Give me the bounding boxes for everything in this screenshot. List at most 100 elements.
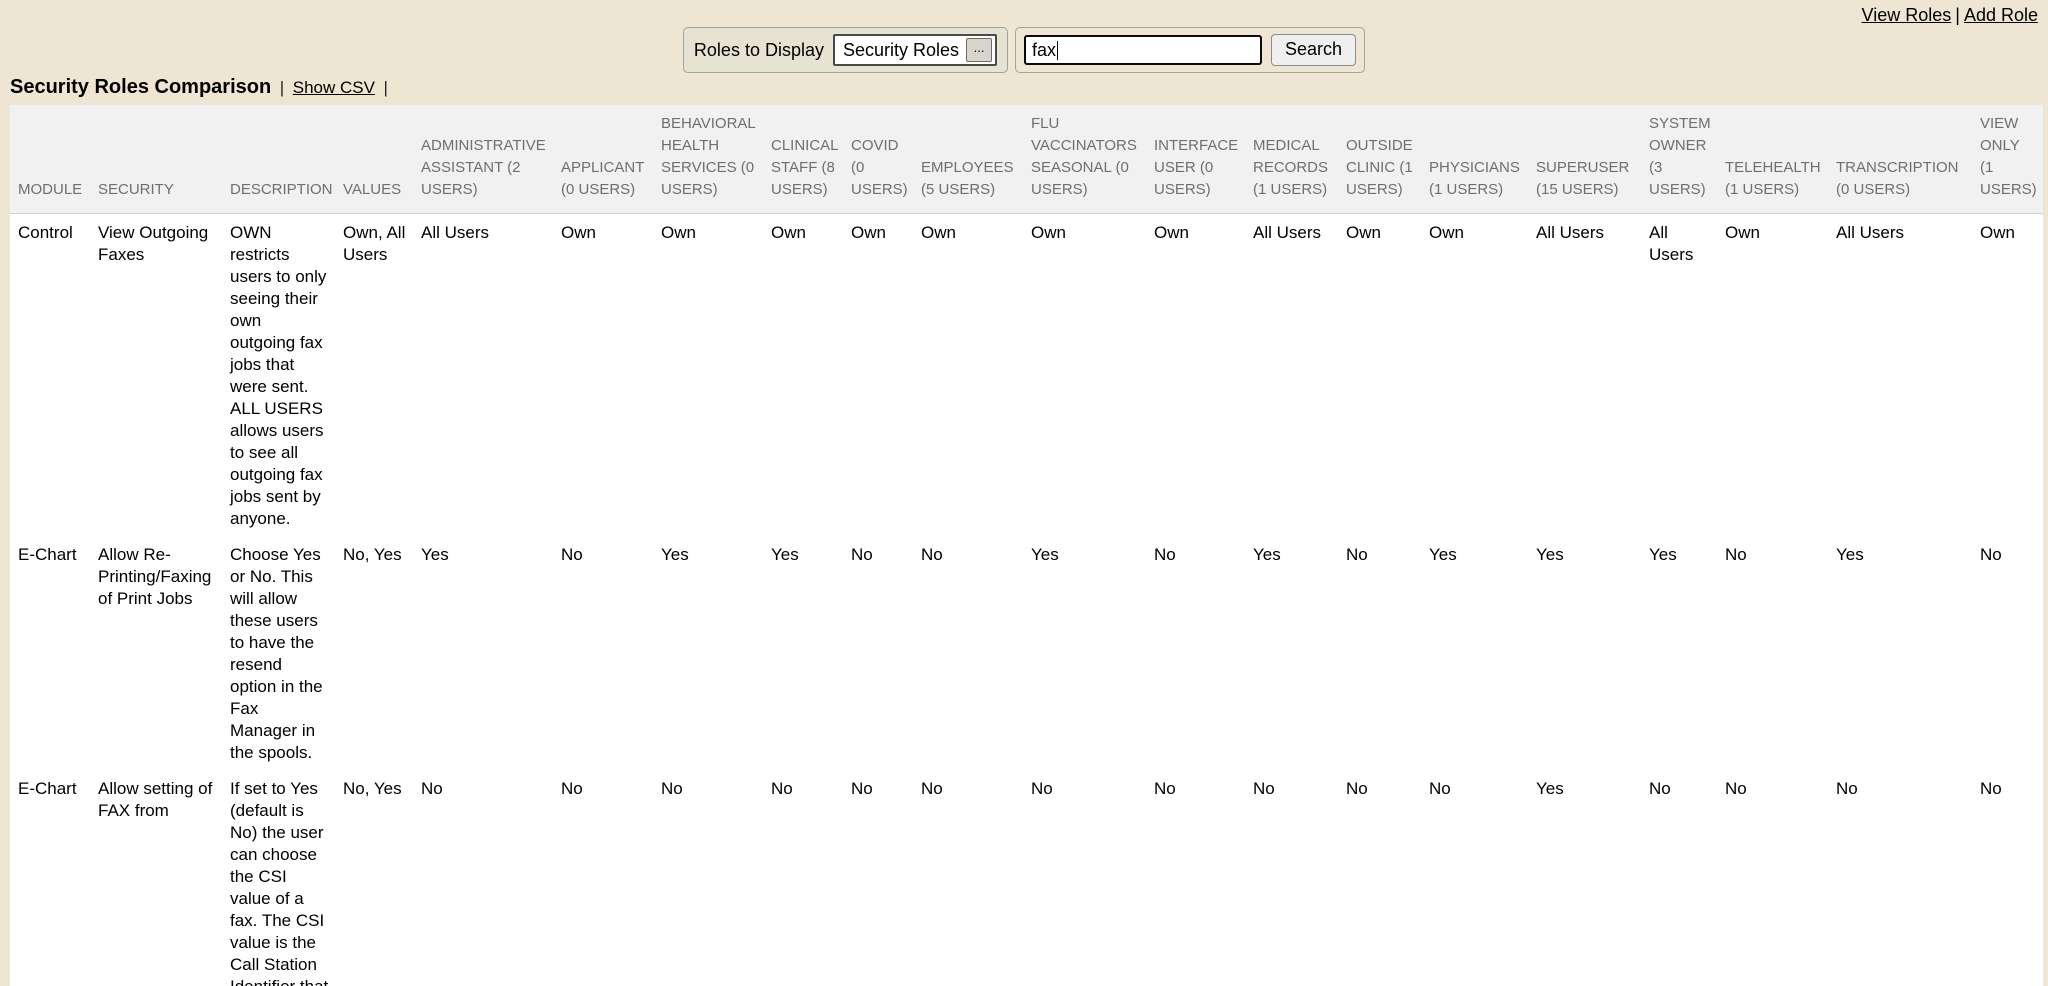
cell-role-value: No xyxy=(1649,770,1725,986)
roles-to-display-group: Roles to Display Security Roles ... xyxy=(683,27,1008,73)
cell-role-value: Yes xyxy=(1253,536,1346,770)
column-header-description: DESCRIPTION xyxy=(230,105,343,214)
cell-values: Own, All Users xyxy=(343,214,421,537)
cell-role-value: No xyxy=(661,770,771,986)
cell-role-value: No xyxy=(421,770,561,986)
column-header-security: SECURITY xyxy=(98,105,230,214)
cell-role-value: No xyxy=(771,770,851,986)
show-csv-link[interactable]: Show CSV xyxy=(293,78,375,97)
cell-role-value: No xyxy=(1346,770,1429,986)
cell-role-value: No xyxy=(561,536,661,770)
page-title: Security Roles Comparison xyxy=(10,76,271,98)
column-header-role-1: APPLICANT (0 USERS) xyxy=(561,105,661,214)
search-button[interactable]: Search xyxy=(1271,34,1356,66)
cell-role-value: No xyxy=(1154,536,1253,770)
cell-module: Control xyxy=(10,214,98,537)
cell-role-value: Yes xyxy=(771,536,851,770)
roles-comparison-table: MODULESECURITYDESCRIPTIONVALUESADMINISTR… xyxy=(10,105,2043,986)
cell-role-value: Own xyxy=(1031,214,1154,537)
cell-role-value: Own xyxy=(771,214,851,537)
cell-role-value: No xyxy=(851,536,921,770)
top-links-separator: | xyxy=(1951,5,1964,25)
column-header-role-9: OUTSIDE CLINIC (1 USERS) xyxy=(1346,105,1429,214)
cell-role-value: No xyxy=(851,770,921,986)
cell-role-value: All Users xyxy=(1536,214,1649,537)
cell-values: No, Yes xyxy=(343,770,421,986)
cell-values: No, Yes xyxy=(343,536,421,770)
text-caret xyxy=(1057,41,1058,60)
column-header-role-8: MEDICAL RECORDS (1 USERS) xyxy=(1253,105,1346,214)
cell-role-value: No xyxy=(1836,770,1980,986)
cell-role-value: Own xyxy=(851,214,921,537)
title-separator-right: | xyxy=(381,78,391,97)
table-row: E-ChartAllow Re-Printing/Faxing of Print… xyxy=(10,536,2043,770)
cell-role-value: No xyxy=(1980,770,2043,986)
column-header-role-6: FLU VACCINATORS SEASONAL (0 USERS) xyxy=(1031,105,1154,214)
cell-role-value: Own xyxy=(1980,214,2043,537)
cell-role-value: Yes xyxy=(1031,536,1154,770)
top-nav: View Roles|Add Role xyxy=(0,0,2048,26)
cell-role-value: No xyxy=(1253,770,1346,986)
cell-security: View Outgoing Faxes xyxy=(98,214,230,537)
search-input[interactable]: fax xyxy=(1024,35,1262,65)
cell-role-value: No xyxy=(1031,770,1154,986)
cell-role-value: No xyxy=(921,770,1031,986)
cell-description: Choose Yes or No. This will allow these … xyxy=(230,536,343,770)
table-body: ControlView Outgoing FaxesOWN restricts … xyxy=(10,214,2043,986)
table-row: E-ChartAllow setting of FAX fromIf set t… xyxy=(10,770,2043,986)
add-role-link[interactable]: Add Role xyxy=(1964,5,2038,25)
cell-description: OWN restricts users to only seeing their… xyxy=(230,214,343,537)
cell-role-value: Yes xyxy=(1649,536,1725,770)
cell-module: E-Chart xyxy=(10,536,98,770)
cell-role-value: No xyxy=(1429,770,1536,986)
cell-security: Allow setting of FAX from xyxy=(98,770,230,986)
cell-role-value: Yes xyxy=(1836,536,1980,770)
cell-role-value: All Users xyxy=(421,214,561,537)
cell-description: If set to Yes (default is No) the user c… xyxy=(230,770,343,986)
column-header-role-15: VIEW ONLY (1 USERS) xyxy=(1980,105,2043,214)
browse-roles-button[interactable]: ... xyxy=(966,38,992,62)
column-header-role-13: TELEHEALTH (1 USERS) xyxy=(1725,105,1836,214)
view-roles-link[interactable]: View Roles xyxy=(1862,5,1952,25)
cell-security: Allow Re-Printing/Faxing of Print Jobs xyxy=(98,536,230,770)
cell-role-value: No xyxy=(1154,770,1253,986)
column-header-role-2: BEHAVIORAL HEALTH SERVICES (0 USERS) xyxy=(661,105,771,214)
cell-role-value: Own xyxy=(561,214,661,537)
table-header-row: MODULESECURITYDESCRIPTIONVALUESADMINISTR… xyxy=(10,105,2043,214)
cell-role-value: Own xyxy=(1154,214,1253,537)
roles-field[interactable]: Security Roles ... xyxy=(833,34,997,66)
column-header-values: VALUES xyxy=(343,105,421,214)
roles-to-display-label: Roles to Display xyxy=(694,40,824,61)
cell-role-value: Yes xyxy=(1536,770,1649,986)
table-header: MODULESECURITYDESCRIPTIONVALUESADMINISTR… xyxy=(10,105,2043,214)
column-header-role-11: SUPERUSER (15 USERS) xyxy=(1536,105,1649,214)
cell-role-value: Own xyxy=(661,214,771,537)
cell-role-value: No xyxy=(921,536,1031,770)
cell-role-value: All Users xyxy=(1649,214,1725,537)
cell-role-value: No xyxy=(1346,536,1429,770)
column-header-role-0: ADMINISTRATIVE ASSISTANT (2 USERS) xyxy=(421,105,561,214)
cell-role-value: Own xyxy=(921,214,1031,537)
cell-role-value: Own xyxy=(1429,214,1536,537)
column-header-module: MODULE xyxy=(10,105,98,214)
table-row: ControlView Outgoing FaxesOWN restricts … xyxy=(10,214,2043,537)
cell-role-value: All Users xyxy=(1836,214,1980,537)
cell-role-value: Yes xyxy=(1536,536,1649,770)
cell-role-value: Yes xyxy=(1429,536,1536,770)
cell-role-value: Yes xyxy=(421,536,561,770)
column-header-role-5: EMPLOYEES (5 USERS) xyxy=(921,105,1031,214)
cell-role-value: Own xyxy=(1725,214,1836,537)
cell-role-value: No xyxy=(1980,536,2043,770)
roles-field-value: Security Roles xyxy=(843,40,959,61)
title-row: Security Roles Comparison | Show CSV | xyxy=(10,76,2048,101)
column-header-role-12: SYSTEM OWNER (3 USERS) xyxy=(1649,105,1725,214)
column-header-role-7: INTERFACE USER (0 USERS) xyxy=(1154,105,1253,214)
cell-role-value: No xyxy=(1725,770,1836,986)
cell-role-value: Own xyxy=(1346,214,1429,537)
search-group: fax Search xyxy=(1015,27,1365,73)
column-header-role-4: COVID (0 USERS) xyxy=(851,105,921,214)
search-toolbar: Roles to Display Security Roles ... fax … xyxy=(0,27,2048,73)
column-header-role-14: TRANSCRIPTION (0 USERS) xyxy=(1836,105,1980,214)
column-header-role-3: CLINICAL STAFF (8 USERS) xyxy=(771,105,851,214)
cell-module: E-Chart xyxy=(10,770,98,986)
